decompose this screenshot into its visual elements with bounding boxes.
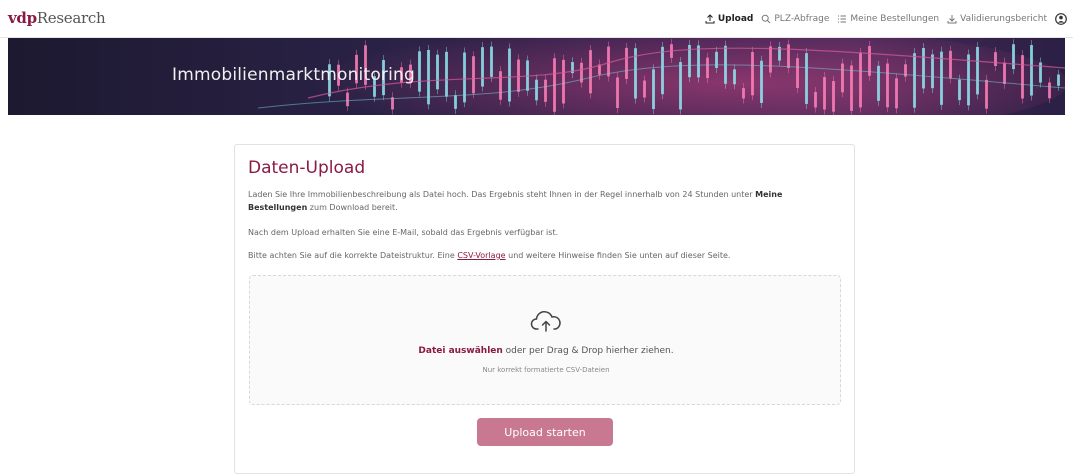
candle-body — [895, 78, 898, 109]
search-icon — [762, 14, 771, 24]
candle-body — [976, 47, 979, 95]
cloud-upload-icon — [530, 311, 561, 332]
candle-body — [796, 58, 799, 88]
upload-icon — [705, 14, 715, 24]
nav-meine-bestellungen[interactable]: Meine Bestellungen — [837, 14, 939, 24]
candle-body — [760, 60, 763, 103]
candle-body — [949, 50, 952, 79]
stock-chart-background-image — [8, 38, 1065, 115]
csv-template-link[interactable]: CSV-Vorlage — [457, 251, 505, 260]
candle-body — [742, 88, 745, 99]
candle-body — [841, 63, 844, 93]
candle-body — [994, 52, 997, 66]
top-navigation-bar: vdpResearch Upload PLZ-Abfrage Meine Bes… — [0, 0, 1073, 38]
candle-body — [1048, 82, 1051, 99]
candle-body — [499, 71, 502, 100]
candle-body — [805, 53, 808, 104]
dropzone-instructions: Datei auswählen oder per Drag & Drop hie… — [418, 346, 674, 356]
candle-body — [697, 45, 700, 78]
candle-body — [607, 46, 610, 77]
nav-validierungsbericht[interactable]: Validierungsbericht — [947, 14, 1047, 24]
upload-start-button[interactable]: Upload starten — [477, 418, 613, 446]
candle-body — [562, 59, 565, 104]
candle-body — [814, 92, 817, 108]
candle-body — [445, 51, 448, 97]
candle-body — [454, 95, 457, 109]
candle-body — [823, 77, 826, 110]
candle-body — [832, 81, 835, 112]
upload-card: Daten-Upload Laden Sie Ihre Immobilienbe… — [234, 144, 855, 474]
candle-body — [859, 52, 862, 108]
candle-body — [436, 54, 439, 90]
list-icon — [838, 15, 847, 23]
candle-body — [940, 51, 943, 105]
vdp-research-logo[interactable]: vdpResearch — [8, 9, 106, 27]
hero-title: Immobilienmarktmonitoring — [172, 65, 416, 85]
candle-body — [625, 47, 628, 79]
main-nav: Upload PLZ-Abfrage Meine Bestellungen Va… — [705, 0, 1067, 38]
user-icon[interactable] — [1055, 13, 1067, 25]
candle-body — [769, 46, 772, 73]
candle-body — [850, 65, 853, 111]
candle-body — [418, 51, 421, 92]
candle-body — [346, 92, 349, 107]
email-note: Nach dem Upload erhalten Sie eine E-Mail… — [248, 228, 559, 237]
candle-body — [1012, 44, 1015, 70]
candle-body — [733, 69, 736, 85]
hero-banner: Immobilienmarktmonitoring — [8, 38, 1065, 115]
candle-body — [1003, 62, 1006, 84]
candle-body — [652, 69, 655, 110]
candle-body — [643, 80, 646, 98]
candle-body — [472, 56, 475, 94]
intro-paragraph: Laden Sie Ihre Immobilienbeschreibung al… — [248, 190, 783, 212]
candle-body — [886, 63, 889, 108]
candle-body — [679, 62, 682, 110]
candle-body — [427, 49, 430, 105]
candle-body — [913, 53, 916, 108]
candle-body — [715, 51, 718, 69]
candle-body — [1030, 45, 1033, 96]
candle-body — [985, 79, 988, 109]
nav-plz-abfrage[interactable]: PLZ-Abfrage — [761, 14, 829, 24]
candle-body — [589, 50, 592, 94]
nav-upload[interactable]: Upload — [705, 14, 753, 24]
candle-body — [922, 47, 925, 89]
candle-body — [787, 44, 790, 69]
dropzone-hint: Nur korrekt formatierte CSV-Dateien — [482, 366, 610, 374]
candle-body — [490, 46, 493, 77]
file-dropzone[interactable]: Datei auswählen oder per Drag & Drop hie… — [249, 275, 841, 405]
candle-body — [544, 79, 547, 102]
candle-body — [517, 59, 520, 92]
download-icon — [947, 15, 957, 24]
candle-body — [877, 65, 880, 101]
candle-body — [706, 57, 709, 79]
candle-body — [751, 52, 754, 96]
candle-body — [508, 48, 511, 102]
candle-body — [1021, 55, 1024, 99]
candle-body — [1057, 74, 1060, 86]
structure-note: Bitte achten Sie auf die korrekte Dateis… — [248, 251, 731, 260]
candle-body — [616, 77, 619, 108]
card-title: Daten-Upload — [248, 158, 366, 178]
candle-body — [481, 47, 484, 87]
candle-body — [931, 54, 934, 89]
candle-body — [535, 79, 538, 101]
candle-body — [958, 79, 961, 101]
candle-body — [661, 46, 664, 95]
choose-file-link[interactable]: Datei auswählen — [418, 346, 502, 356]
